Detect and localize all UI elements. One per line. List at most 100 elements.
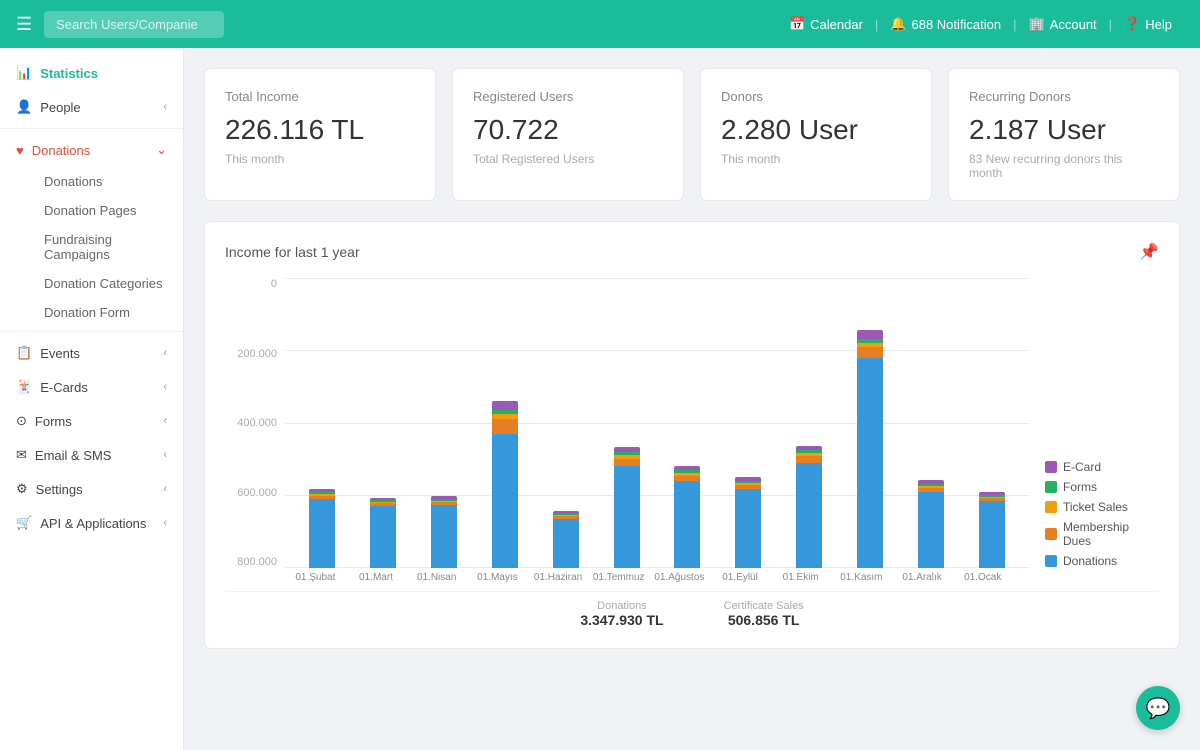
- bar-stack-4: [553, 511, 579, 568]
- bar-group-1: [354, 278, 412, 568]
- chart-header: Income for last 1 year 📌: [225, 242, 1159, 262]
- chart-body: [285, 278, 1029, 568]
- chevron-right-icon: ‹: [163, 101, 167, 113]
- sidebar-divider-2: [0, 331, 183, 332]
- x-label-slot-5: 01.Temmuz: [588, 572, 649, 583]
- legend-forms: Forms: [1045, 480, 1159, 494]
- bar-stack-7: [735, 477, 761, 568]
- stat-sub-3: 83 New recurring donors this month: [969, 152, 1159, 180]
- legend-ticket: Ticket Sales: [1045, 500, 1159, 514]
- bar-stack-9: [857, 330, 883, 568]
- bar-group-3: [476, 278, 534, 568]
- bar-group-5: [598, 278, 656, 568]
- bar-group-2: [415, 278, 473, 568]
- bar-group-6: [659, 278, 717, 568]
- sidebar-item-forms[interactable]: ⊙ Forms ‹: [0, 404, 183, 438]
- y-axis: 800.000 600.000 400.000 200.000 0: [225, 278, 285, 568]
- sidebar-item-settings[interactable]: ⚙ Settings ‹: [0, 472, 183, 506]
- chat-bubble[interactable]: 💬: [1136, 686, 1180, 730]
- legend-dot-membership: [1045, 528, 1057, 540]
- heart-icon: ♥: [16, 143, 24, 158]
- stat-value-1: 70.722: [473, 114, 663, 146]
- bar-stack-11: [979, 492, 1005, 568]
- sidebar-sub-donation-form[interactable]: Donation Form: [0, 298, 183, 327]
- sidebar-sub-donation-categories[interactable]: Donation Categories: [0, 269, 183, 298]
- main-layout: 📊 Statistics 👤 People ‹ ♥ Donations ⌄ Do…: [0, 48, 1200, 750]
- bar-stack-10: [918, 480, 944, 568]
- bar-stack-8: [796, 446, 822, 568]
- sidebar-item-api[interactable]: 🛒 API & Applications ‹: [0, 506, 183, 540]
- sidebar-item-statistics[interactable]: 📊 Statistics: [0, 56, 183, 90]
- x-labels-row: 01.Şubat01.Mart01.Nisan01.Mayıs01.Hazira…: [285, 572, 1013, 583]
- footer-donations: Donations 3.347.930 TL: [580, 600, 663, 628]
- stat-value-3: 2.187 User: [969, 114, 1159, 146]
- stat-value-2: 2.280 User: [721, 114, 911, 146]
- pin-icon[interactable]: 📌: [1139, 242, 1159, 262]
- chevron-right-icon-7: ‹: [163, 517, 167, 529]
- bar-group-9: [841, 278, 899, 568]
- sidebar-sub-donation-pages[interactable]: Donation Pages: [0, 196, 183, 225]
- topnav-right: 📅 Calendar | 🔔 688 Notification | 🏢 Acco…: [777, 16, 1184, 32]
- stat-sub-2: This month: [721, 152, 911, 166]
- chevron-right-icon-6: ‹: [163, 483, 167, 495]
- search-input[interactable]: [44, 11, 224, 38]
- stat-sub-0: This month: [225, 152, 415, 166]
- stat-sub-1: Total Registered Users: [473, 152, 663, 166]
- bar-group-0: [293, 278, 351, 568]
- email-icon: ✉: [16, 447, 27, 463]
- help-icon: ❓: [1124, 16, 1140, 32]
- chart-inner: 800.000 600.000 400.000 200.000 0: [225, 278, 1159, 568]
- chart-wrapper: 800.000 600.000 400.000 200.000 0: [225, 278, 1159, 628]
- stat-title-2: Donors: [721, 89, 911, 104]
- x-label-slot-4: 01.Haziran: [528, 572, 589, 583]
- stat-card-recurring-donors: Recurring Donors 2.187 User 83 New recur…: [948, 68, 1180, 201]
- bar-stack-1: [370, 498, 396, 568]
- footer-label-1: Certificate Sales: [724, 600, 804, 612]
- chart-title: Income for last 1 year: [225, 244, 360, 260]
- sidebar-sub-donations[interactable]: Donations: [0, 167, 183, 196]
- chevron-right-icon-4: ‹: [163, 415, 167, 427]
- sidebar-item-people[interactable]: 👤 People ‹: [0, 90, 183, 124]
- sidebar-item-email-sms[interactable]: ✉ Email & SMS ‹: [0, 438, 183, 472]
- bar-group-11: [963, 278, 1021, 568]
- chevron-right-icon-2: ‹: [163, 347, 167, 359]
- notification-button[interactable]: 🔔 688 Notification: [878, 16, 1013, 32]
- account-button[interactable]: 🏢 Account: [1017, 16, 1109, 32]
- stat-value-0: 226.116 TL: [225, 114, 415, 146]
- x-label-slot-1: 01.Mart: [346, 572, 407, 583]
- sidebar-group-donations[interactable]: ♥ Donations ⌄: [0, 133, 183, 167]
- bar-stack-6: [674, 466, 700, 568]
- legend-dot-forms: [1045, 481, 1057, 493]
- chevron-right-icon-3: ‹: [163, 381, 167, 393]
- legend-dot-ticket: [1045, 501, 1057, 513]
- stat-card-donors: Donors 2.280 User This month: [700, 68, 932, 201]
- bar-stack-5: [614, 447, 640, 568]
- bar-group-4: [537, 278, 595, 568]
- stat-title-3: Recurring Donors: [969, 89, 1159, 104]
- bar-stack-0: [309, 489, 335, 568]
- help-button[interactable]: ❓ Help: [1112, 16, 1184, 32]
- people-icon: 👤: [16, 99, 32, 115]
- legend-ecard: E-Card: [1045, 460, 1159, 474]
- sidebar-item-ecards[interactable]: 🃏 E-Cards ‹: [0, 370, 183, 404]
- sidebar-sub-fundraising[interactable]: Fundraising Campaigns: [0, 225, 183, 269]
- ecards-icon: 🃏: [16, 379, 32, 395]
- footer-value-1: 506.856 TL: [724, 612, 804, 628]
- bars-container: [285, 278, 1029, 568]
- footer-value-0: 3.347.930 TL: [580, 612, 663, 628]
- stat-card-total-income: Total Income 226.116 TL This month: [204, 68, 436, 201]
- x-label-slot-10: 01.Aralık: [892, 572, 953, 583]
- statistics-icon: 📊: [16, 65, 32, 81]
- top-navigation: ☰ 📅 Calendar | 🔔 688 Notification | 🏢 Ac…: [0, 0, 1200, 48]
- income-chart-card: Income for last 1 year 📌 800.000 600.000…: [204, 221, 1180, 649]
- chevron-down-icon: ⌄: [156, 142, 167, 158]
- account-icon: 🏢: [1029, 16, 1045, 32]
- x-label-slot-0: 01.Şubat: [285, 572, 346, 583]
- sidebar-item-events[interactable]: 📋 Events ‹: [0, 336, 183, 370]
- bar-group-7: [719, 278, 777, 568]
- sidebar-divider-1: [0, 128, 183, 129]
- calendar-button[interactable]: 📅 Calendar: [777, 16, 875, 32]
- legend-dot-ecard: [1045, 461, 1057, 473]
- chat-icon: 💬: [1146, 696, 1171, 721]
- hamburger-icon[interactable]: ☰: [16, 14, 32, 35]
